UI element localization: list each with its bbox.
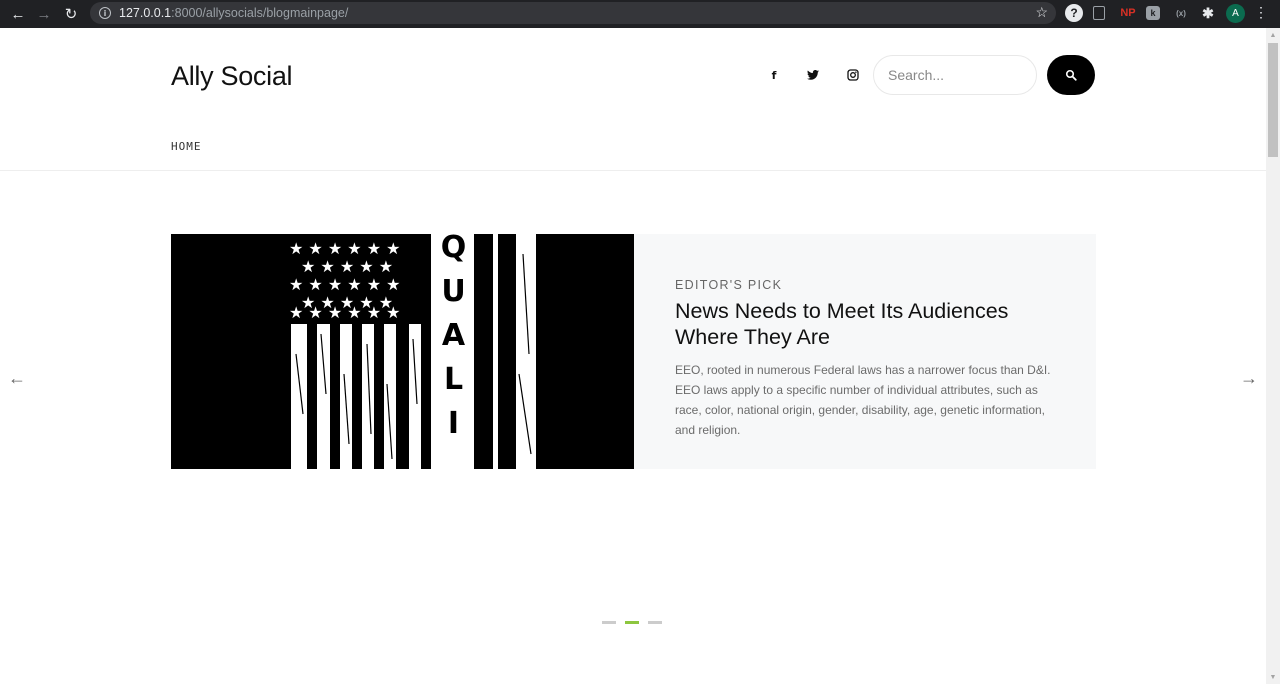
image-letter: Q [440,234,467,265]
extensions-puzzle-icon[interactable]: ✱ [1199,4,1217,22]
carousel-dot[interactable] [625,621,639,624]
twitter-icon[interactable] [805,67,821,83]
image-letter: L [443,362,464,397]
search-button[interactable] [1047,55,1095,95]
post-title[interactable]: News Needs to Meet Its Audiences Where T… [675,298,1055,350]
post-category: EDITOR'S PICK [675,278,783,292]
image-letter: U [441,274,466,309]
reload-icon[interactable]: ↻ [58,2,84,26]
scroll-down-arrow-icon[interactable]: ▼ [1269,674,1277,682]
bookmark-star-icon[interactable]: ☆ [1035,4,1048,21]
image-letter: I [447,406,460,441]
site-brand[interactable]: Ally Social [171,61,293,92]
slide-text: EDITOR'S PICK News Needs to Meet Its Aud… [675,278,1055,440]
back-icon[interactable]: ← [5,2,31,26]
browser-toolbar: ← → ↻ i 127.0.0.1 :8000/allysocials/blog… [0,0,1280,28]
url-host: 127.0.0.1 [119,6,172,20]
carousel-dot[interactable] [648,621,662,624]
forward-icon[interactable]: → [31,2,57,26]
post-excerpt: EEO, rooted in numerous Federal laws has… [675,363,1051,437]
carousel-prev-arrow-icon[interactable]: ← [7,368,27,388]
browser-menu-icon[interactable]: ⋮ [1253,4,1269,21]
k-extension-icon[interactable]: k [1146,6,1160,20]
svg-text:★ ★ ★ ★ ★ ★: ★ ★ ★ ★ ★ ★ [289,275,401,294]
vertical-scrollbar[interactable]: ▲ ▼ [1266,28,1280,684]
featured-slide[interactable]: ★ ★ ★ ★ ★ ★ ★ ★ ★ ★ ★ ★ ★ ★ ★ ★ ★ ★ ★ ★ … [171,234,1096,469]
svg-text:★ ★ ★ ★ ★ ★: ★ ★ ★ ★ ★ ★ [289,239,401,258]
address-bar[interactable]: i 127.0.0.1 :8000/allysocials/blogmainpa… [90,2,1056,24]
facebook-icon[interactable]: f [766,67,782,83]
page-viewport: Ally Social f HOME ← → [0,28,1266,684]
svg-text:★ ★ ★ ★ ★ ★: ★ ★ ★ ★ ★ ★ [289,303,401,322]
scroll-thumb[interactable] [1268,43,1278,157]
header-divider [0,170,1266,171]
svg-text:★ ★ ★ ★ ★: ★ ★ ★ ★ ★ [301,257,393,276]
search-input[interactable] [873,55,1037,95]
nav-home[interactable]: HOME [171,140,202,153]
carousel-dot[interactable] [602,621,616,624]
info-icon[interactable]: i [99,7,111,19]
instagram-icon[interactable] [845,67,861,83]
scroll-up-arrow-icon[interactable]: ▲ [1269,32,1277,40]
x-extension-icon[interactable]: (x) [1172,4,1190,22]
carousel-next-arrow-icon[interactable]: → [1239,368,1259,388]
help-extension-icon[interactable]: ? [1065,4,1083,22]
carousel-dots [602,621,662,624]
profile-avatar[interactable]: A [1226,4,1245,23]
image-letter: A [441,318,466,353]
np-extension-icon[interactable]: NP [1119,4,1137,22]
url-path: :8000/allysocials/blogmainpage/ [171,6,349,20]
featured-image[interactable]: ★ ★ ★ ★ ★ ★ ★ ★ ★ ★ ★ ★ ★ ★ ★ ★ ★ ★ ★ ★ … [171,234,634,469]
document-extension-icon[interactable] [1093,6,1105,20]
search-icon [1065,69,1077,81]
